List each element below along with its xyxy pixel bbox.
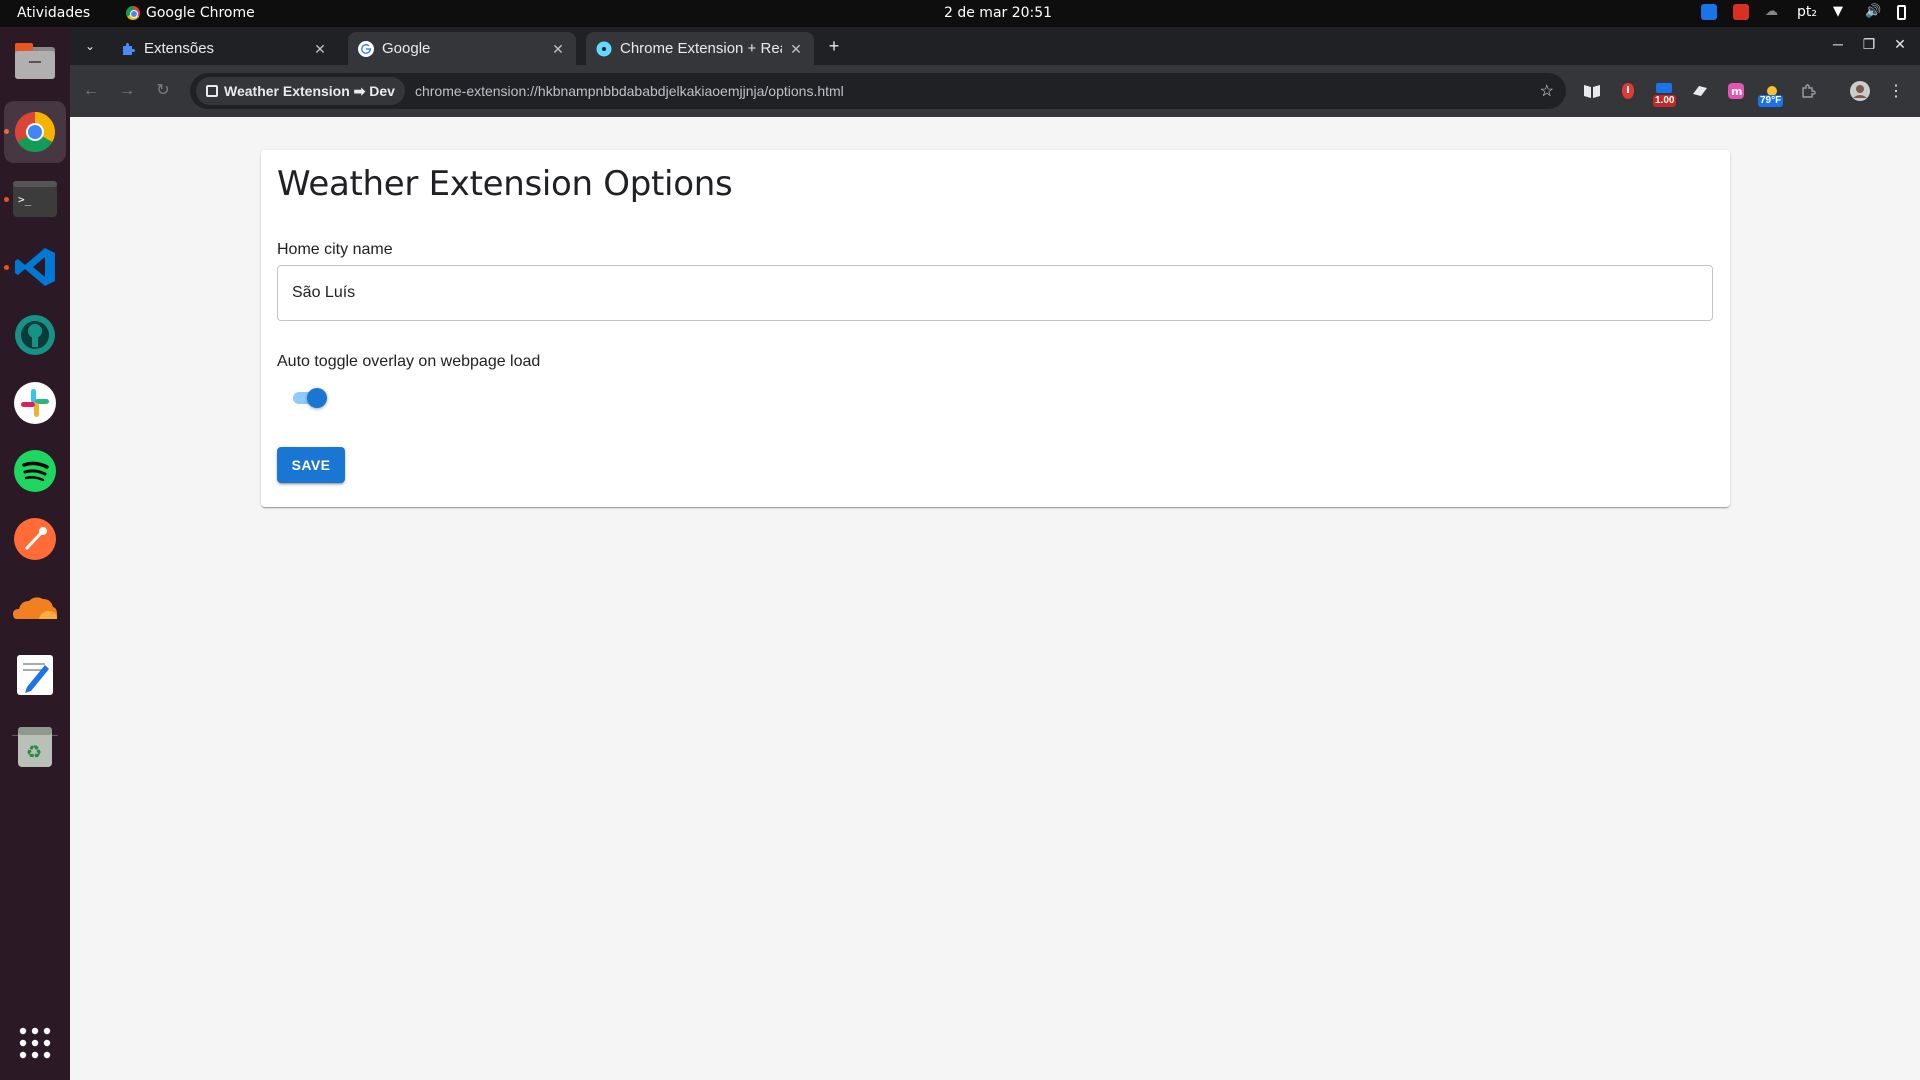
reload-icon[interactable]: ↻ — [152, 80, 174, 102]
teamviewer-tray-icon[interactable] — [1701, 4, 1717, 20]
bookmark-star-icon[interactable]: ☆ — [1540, 81, 1554, 101]
extension-price-badge: 1.00 — [1653, 95, 1677, 107]
switch-thumb — [307, 388, 327, 408]
extension-pink-m-icon[interactable]: m — [1724, 79, 1748, 103]
spotify-icon[interactable] — [11, 447, 59, 495]
terminal-icon[interactable]: >_ — [11, 175, 59, 223]
keyboard-layout[interactable]: pt₂ — [1797, 4, 1817, 20]
gitkraken-icon[interactable] — [11, 311, 59, 359]
home-city-label: Home city name — [277, 241, 393, 258]
extension-weather-icon[interactable]: 79°F — [1758, 79, 1784, 107]
dock: >_ ♻ — [0, 27, 70, 1080]
home-city-input[interactable]: São Luís — [277, 265, 1713, 321]
cloud-tray-icon[interactable]: ☁ — [1765, 4, 1781, 20]
extension-book-icon[interactable] — [1580, 79, 1604, 103]
close-tab-icon[interactable]: ✕ — [550, 41, 566, 57]
options-page: Weather Extension Options Home city name… — [70, 117, 1920, 1080]
extension-origin-chip[interactable]: Weather Extension ➡ Dev — [196, 77, 405, 105]
running-indicator — [4, 265, 9, 270]
profile-avatar[interactable] — [1848, 79, 1872, 103]
slack-icon[interactable] — [11, 379, 59, 427]
minimize-icon[interactable]: ─ — [1828, 36, 1848, 52]
overlay-toggle-label: Auto toggle overlay on webpage load — [277, 353, 541, 370]
close-tab-icon[interactable]: ✕ — [312, 41, 328, 57]
back-icon[interactable]: ← — [80, 80, 102, 102]
system-top-bar: Atividades Google Chrome 2 de mar 20:51 … — [0, 0, 1920, 27]
url-text[interactable]: chrome-extension://hkbnampnbbdababdjelka… — [415, 83, 844, 99]
anydesk-tray-icon[interactable] — [1733, 4, 1749, 20]
cloudflare-icon[interactable] — [11, 583, 59, 631]
restore-icon[interactable]: ❐ — [1859, 36, 1879, 53]
overlay-toggle-switch[interactable] — [289, 386, 329, 410]
puzzle-icon — [123, 42, 135, 55]
react-icon — [596, 41, 612, 56]
text-editor-icon[interactable] — [11, 651, 59, 699]
files-icon[interactable] — [11, 37, 59, 85]
trash-icon[interactable]: ♻ — [11, 723, 59, 771]
google-icon — [358, 40, 374, 57]
app-menu-label: Google Chrome — [146, 5, 255, 21]
extension-icon — [206, 85, 218, 97]
tab-title: Google — [382, 40, 431, 57]
browser-toolbar: ← → ↻ Weather Extension ➡ Dev chrome-ext… — [70, 65, 1920, 117]
extension-wave-icon[interactable] — [1688, 79, 1712, 103]
chrome-app-icon — [126, 6, 140, 20]
tab-search-chevron-icon[interactable]: ⌄ — [80, 36, 100, 56]
app-grid-icon[interactable] — [11, 1019, 59, 1067]
extension-price-icon[interactable]: 1.00 — [1652, 79, 1677, 107]
vscode-icon[interactable] — [11, 243, 59, 291]
chrome-window: ⌄ Extensões ✕ Google ✕ Chrome Extension … — [70, 27, 1920, 1080]
app-menu[interactable]: Google Chrome — [126, 5, 255, 21]
tab-strip: ⌄ Extensões ✕ Google ✕ Chrome Extension … — [70, 27, 1920, 65]
forward-icon[interactable]: → — [116, 80, 138, 102]
activities-button[interactable]: Atividades — [17, 5, 90, 21]
address-bar[interactable]: Weather Extension ➡ Dev chrome-extension… — [190, 73, 1566, 109]
extensions-puzzle-icon[interactable] — [1796, 79, 1820, 103]
chrome-menu-icon[interactable]: ⋮ — [1884, 79, 1908, 103]
new-tab-button[interactable]: + — [824, 36, 844, 56]
extension-weather-badge: 79°F — [1758, 95, 1784, 107]
tab-title: Extensões — [144, 40, 215, 57]
tab-google[interactable]: Google ✕ — [348, 32, 576, 65]
battery-icon[interactable] — [1897, 4, 1906, 20]
svg-text:m: m — [1731, 85, 1742, 98]
close-window-icon[interactable]: ✕ — [1890, 36, 1910, 53]
extension-origin-label: Weather Extension ➡ Dev — [224, 82, 395, 99]
page-title: Weather Extension Options — [277, 164, 733, 204]
close-tab-icon[interactable]: ✕ — [788, 41, 804, 57]
tab-title: Chrome Extension + Rea — [620, 40, 782, 57]
options-card: Weather Extension Options Home city name… — [261, 150, 1730, 507]
clock[interactable]: 2 de mar 20:51 — [944, 5, 1052, 21]
save-button[interactable]: SAVE — [277, 447, 345, 483]
volume-icon[interactable]: 🔊 — [1865, 4, 1881, 20]
extension-red-hand-icon[interactable] — [1616, 79, 1640, 103]
tab-extensions[interactable]: Extensões ✕ — [110, 32, 338, 65]
system-tray[interactable]: ☁ pt₂ ▼ 🔊 — [1701, 4, 1906, 20]
postman-icon[interactable] — [11, 515, 59, 563]
wifi-icon[interactable]: ▼ — [1833, 4, 1849, 20]
chrome-icon[interactable] — [4, 101, 66, 163]
running-indicator — [4, 197, 9, 202]
tab-chrome-extension-react[interactable]: Chrome Extension + Rea ✕ — [586, 32, 814, 65]
svg-text:♻: ♻ — [26, 742, 42, 763]
svg-text:>_: >_ — [18, 193, 32, 206]
